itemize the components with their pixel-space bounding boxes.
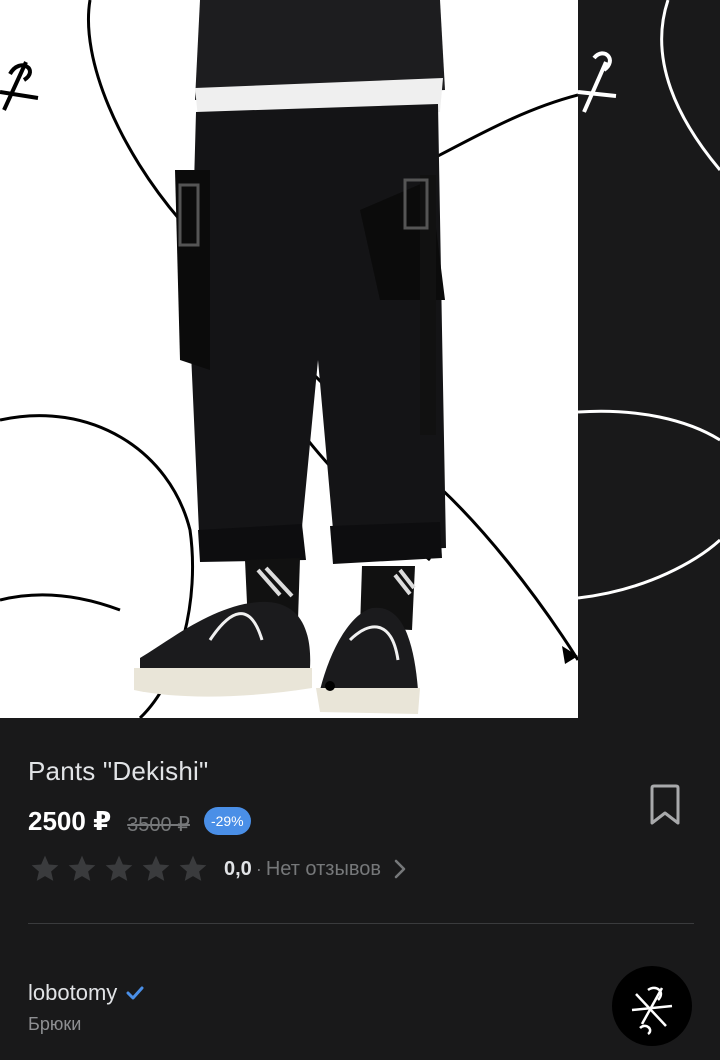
star-icon [68, 855, 96, 881]
rating-stars [28, 853, 210, 885]
rating-value: 0,0 [224, 857, 252, 880]
shop-name[interactable]: lobotomy [28, 980, 117, 1006]
shop-avatar[interactable] [612, 966, 692, 1046]
star-icon [105, 855, 133, 881]
bookmark-button[interactable] [640, 780, 690, 830]
old-price: 3500 ₽ [127, 813, 190, 836]
rating-row[interactable]: 0,0 · Нет отзывов [28, 852, 407, 886]
divider [28, 923, 694, 924]
product-info-panel: Pants "Dekishi" 2500 ₽ 3500 ₽ -29% 0,0 ·… [0, 718, 720, 1060]
star-icon [142, 855, 170, 881]
price-row: 2500 ₽ 3500 ₽ -29% [28, 804, 251, 838]
verified-check-icon [126, 986, 144, 1000]
bookmark-icon [650, 784, 680, 825]
current-price: 2500 ₽ [28, 805, 112, 836]
chevron-right-icon [394, 859, 406, 879]
next-product-photo-image [578, 0, 720, 600]
product-photo-image [0, 0, 578, 718]
discount-badge: -29% [203, 807, 251, 835]
brand-mark-icon [0, 61, 39, 111]
star-icon [31, 855, 59, 881]
star-icon [179, 855, 207, 881]
shop-logo-icon [631, 986, 673, 1036]
reviews-link[interactable]: Нет отзывов [266, 858, 381, 881]
shop-category: Брюки [28, 1014, 82, 1034]
shop-link[interactable]: lobotomy [28, 980, 145, 1006]
brand-mark-icon [578, 51, 617, 113]
next-product-photo[interactable] [578, 0, 720, 718]
rating-separator: · [255, 858, 262, 879]
product-photo-gallery[interactable] [0, 0, 720, 718]
product-title: Pants "Dekishi" [28, 756, 209, 786]
product-photo[interactable] [0, 0, 578, 718]
